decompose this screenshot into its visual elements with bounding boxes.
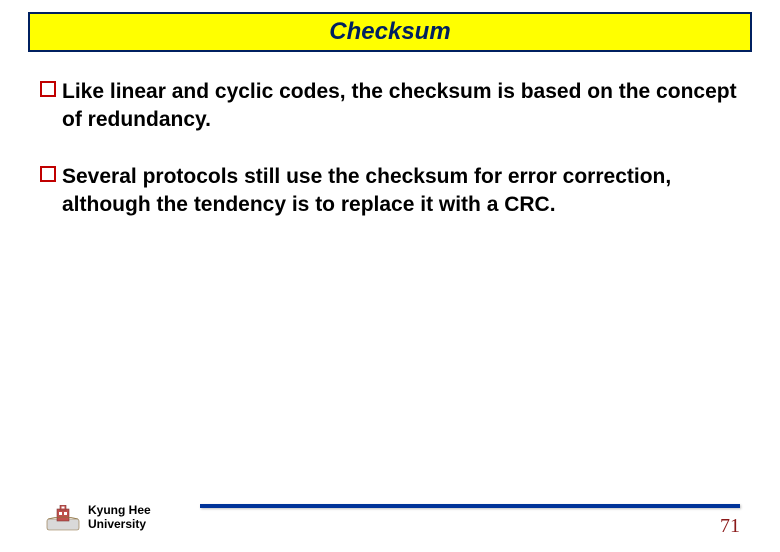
page-number: 71 — [720, 515, 740, 538]
slide-body: Like linear and cyclic codes, the checks… — [0, 52, 780, 219]
slide-title-bar: Checksum — [28, 12, 752, 52]
bullet-text: Like linear and cyclic codes, the checks… — [62, 78, 740, 135]
university-logo-icon — [46, 505, 80, 531]
footer-org-line1: Kyung Hee — [88, 504, 151, 518]
footer-org-line2: University — [88, 518, 151, 532]
footer-org-name: Kyung Hee University — [88, 504, 151, 532]
footer-logo-block: Kyung Hee University — [46, 504, 151, 532]
slide-title: Checksum — [30, 18, 750, 46]
slide-footer: Kyung Hee University 71 — [0, 488, 780, 538]
square-bullet-icon — [40, 166, 56, 182]
bullet-item: Several protocols still use the checksum… — [40, 163, 740, 220]
square-bullet-icon — [40, 81, 56, 97]
footer-divider — [200, 504, 740, 508]
bullet-text: Several protocols still use the checksum… — [62, 163, 740, 220]
bullet-item: Like linear and cyclic codes, the checks… — [40, 78, 740, 135]
